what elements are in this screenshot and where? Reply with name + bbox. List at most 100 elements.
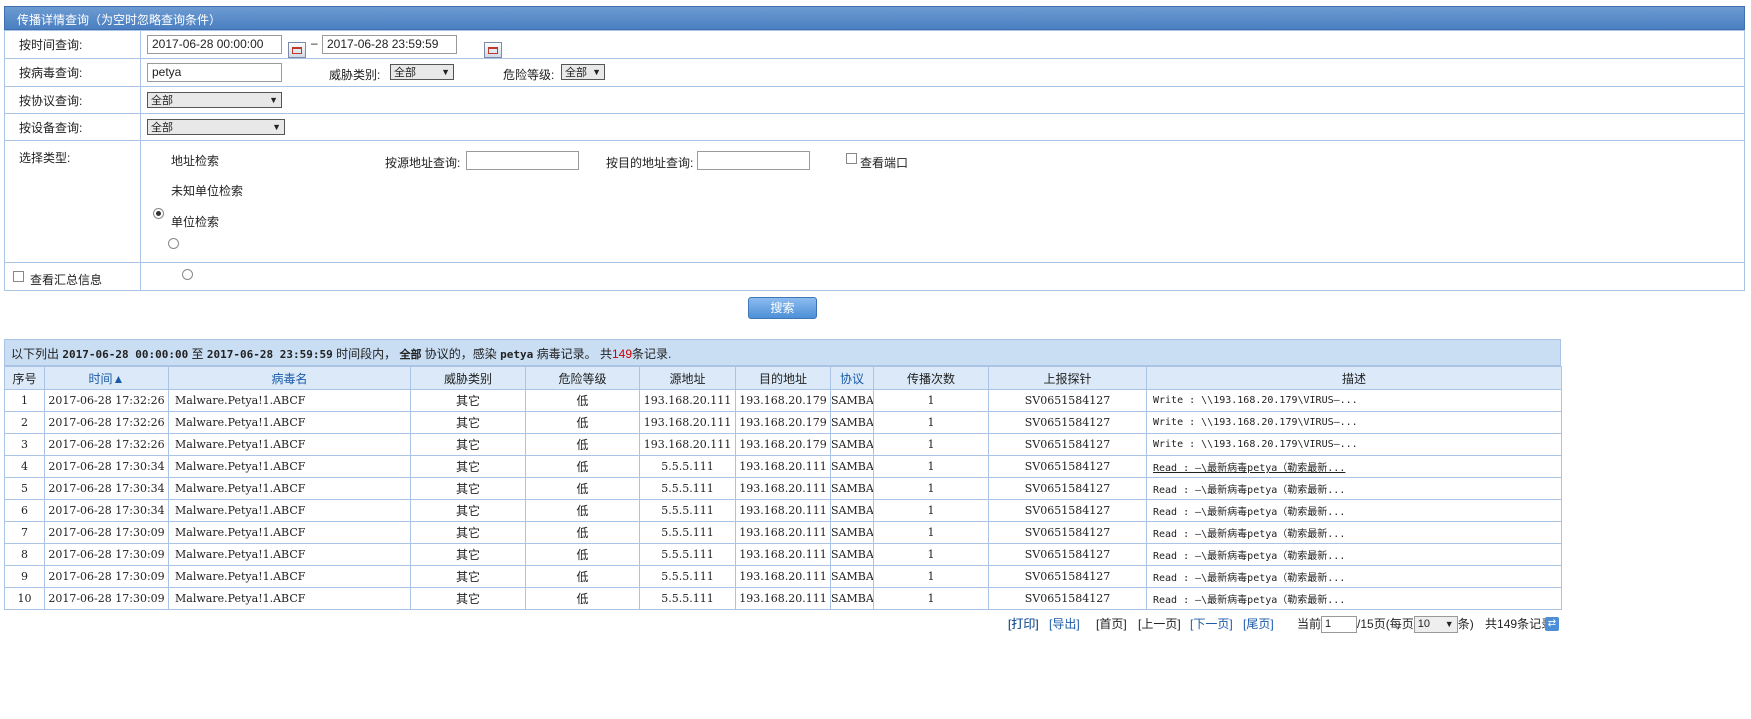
radio-unknown-unit-search[interactable] [167,238,179,249]
table-cell: 1 [873,587,989,610]
table-cell: 1 [873,433,989,456]
table-cell: 2017-06-28 17:30:34 [44,477,169,500]
table-cell[interactable]: Read : —\最新病毒petya（勒索最新... [1146,565,1562,588]
table-cell: 5.5.5.111 [639,565,736,588]
src-address-input[interactable] [466,151,579,170]
end-time-input[interactable]: 2017-06-28 23:59:59 [322,35,457,54]
table-cell: 5.5.5.111 [639,477,736,500]
table-cell: SV0651584127 [988,411,1147,434]
table-cell: 1 [873,565,989,588]
search-button[interactable]: 搜索 [748,297,817,319]
table-cell: 3 [4,433,45,456]
table-cell[interactable]: Read : —\最新病毒petya（勒索最新... [1146,521,1562,544]
current-page-input[interactable]: 1 [1321,616,1358,634]
description-link[interactable]: Read : —\最新病毒petya（勒索最新... [1153,507,1345,518]
risk-level-select[interactable]: 全部 ▼ [561,64,605,80]
chevron-down-icon: ▼ [592,67,601,77]
column-header: 传播次数 [873,366,989,390]
table-row: 2 2017-06-28 17:32:26 Malware.Petya!1.ABCF… [4,411,1562,434]
table-cell: Malware.Petya!1.ABCF [168,521,411,544]
last-page-link[interactable]: [尾页] [1243,615,1274,632]
table-cell: Malware.Petya!1.ABCF [168,543,411,566]
column-header[interactable]: 时间▲ [44,366,169,390]
dst-address-input[interactable] [697,151,810,170]
table-cell[interactable]: Write : \\193.168.20.179\VIRUS—... [1146,411,1562,434]
page-info: 当前 1/15页(每页 10 ▼ 条) 共149条记录 [1297,615,1553,634]
table-cell: SAMBA [830,499,874,522]
description-link[interactable]: Read : —\最新病毒petya（勒索最新... [1153,485,1345,496]
table-cell: SV0651584127 [988,477,1147,500]
table-cell: 其它 [410,455,526,478]
result-summary: 以下列出 2017-06-28 00:00:00 至 2017-06-28 23… [4,339,1561,366]
select-type-label: 选择类型: [4,140,141,263]
chevron-down-icon: ▼ [441,67,450,77]
table-cell: 1 [873,499,989,522]
per-page-value: 10 [1417,618,1430,631]
risk-level-label: 危险等级: [503,68,555,82]
description-link[interactable]: Read : —\最新病毒petya（勒索最新... [1153,463,1345,474]
table-cell[interactable]: Read : —\最新病毒petya（勒索最新... [1146,543,1562,566]
column-header[interactable]: 病毒名 [168,366,411,390]
table-cell[interactable]: Write : \\193.168.20.179\VIRUS—... [1146,433,1562,456]
radio-address-label: 地址检索 [171,154,220,168]
threat-type-value: 全部 [394,67,416,79]
view-port-checkbox[interactable] [846,153,857,164]
description-link[interactable]: Read : —\最新病毒petya（勒索最新... [1153,529,1345,540]
summary-start-time: 2017-06-28 00:00:00 [62,348,189,361]
table-cell[interactable]: Write : \\193.168.20.179\VIRUS—... [1146,389,1562,412]
table-cell[interactable]: Read : —\最新病毒petya（勒索最新... [1146,587,1562,610]
description-link[interactable]: Read : —\最新病毒petya（勒索最新... [1153,595,1345,606]
print-link[interactable]: [打印] [1008,615,1039,632]
panel-title: 传播详情查询（为空时忽略查询条件） [4,6,1745,30]
table-cell: 193.168.20.111 [639,411,736,434]
table-cell: 2017-06-28 17:30:09 [44,587,169,610]
table-cell: 2017-06-28 17:32:26 [44,433,169,456]
protocol-value: 全部 [151,95,173,107]
summary-checkbox[interactable] [13,271,24,282]
device-select[interactable]: 全部 ▼ [147,119,285,135]
table-cell: 1 [873,389,989,412]
radio-address-search[interactable] [153,208,164,219]
table-cell: 5.5.5.111 [639,543,736,566]
table-cell: SAMBA [830,411,874,434]
end-calendar-icon[interactable] [483,42,502,58]
virus-input[interactable]: petya [147,63,282,82]
table-cell[interactable]: Read : —\最新病毒petya（勒索最新... [1146,455,1562,478]
description-link[interactable]: Read : —\最新病毒petya（勒索最新... [1153,573,1345,584]
table-cell: SAMBA [830,477,874,500]
table-cell: 1 [4,389,45,412]
per-page-select[interactable]: 10 ▼ [1413,616,1458,634]
table-cell[interactable]: Read : —\最新病毒petya（勒索最新... [1146,477,1562,500]
table-cell: SAMBA [830,521,874,544]
description-link[interactable]: Write : \\193.168.20.179\VIRUS—... [1153,417,1358,428]
description-link[interactable]: Read : —\最新病毒petya（勒索最新... [1153,551,1345,562]
summary-text: 以下列出 [11,347,60,361]
summary-count: 149 [611,347,632,361]
description-link[interactable]: Write : \\193.168.20.179\VIRUS—... [1153,439,1358,450]
refresh-icon[interactable]: ⇄ [1545,617,1559,631]
column-header[interactable]: 协议 [830,366,874,390]
start-time-input[interactable]: 2017-06-28 00:00:00 [147,35,282,54]
table-cell: 2017-06-28 17:30:09 [44,565,169,588]
protocol-select[interactable]: 全部 ▼ [147,92,282,108]
first-page-link[interactable]: [首页] [1096,615,1127,632]
prev-page-link[interactable]: [上一页] [1138,615,1181,632]
next-page-link[interactable]: [下一页] [1190,615,1233,632]
summary-text: 至 [191,347,204,361]
results-table: 序号 时间▲ 病毒名 威胁类别 危险等级 源地址 目的地址 协议 传播次数 上报探针 描述 1 201… [4,366,1562,610]
export-link[interactable]: [导出] [1049,615,1080,632]
description-link[interactable]: Write : \\193.168.20.179\VIRUS—... [1153,395,1358,406]
table-cell: 4 [4,455,45,478]
table-cell: 5.5.5.111 [639,499,736,522]
table-cell: 10 [4,587,45,610]
table-cell: 5.5.5.111 [639,521,736,544]
table-cell: 2017-06-28 17:30:34 [44,455,169,478]
table-cell: SV0651584127 [988,543,1147,566]
table-cell[interactable]: Read : —\最新病毒petya（勒索最新... [1146,499,1562,522]
time-query-label: 按时间查询: [4,30,141,59]
table-cell: 193.168.20.111 [735,455,831,478]
table-cell: 低 [525,433,640,456]
threat-type-select[interactable]: 全部 ▼ [390,64,454,80]
start-calendar-icon[interactable] [288,42,306,58]
table-cell: 低 [525,389,640,412]
